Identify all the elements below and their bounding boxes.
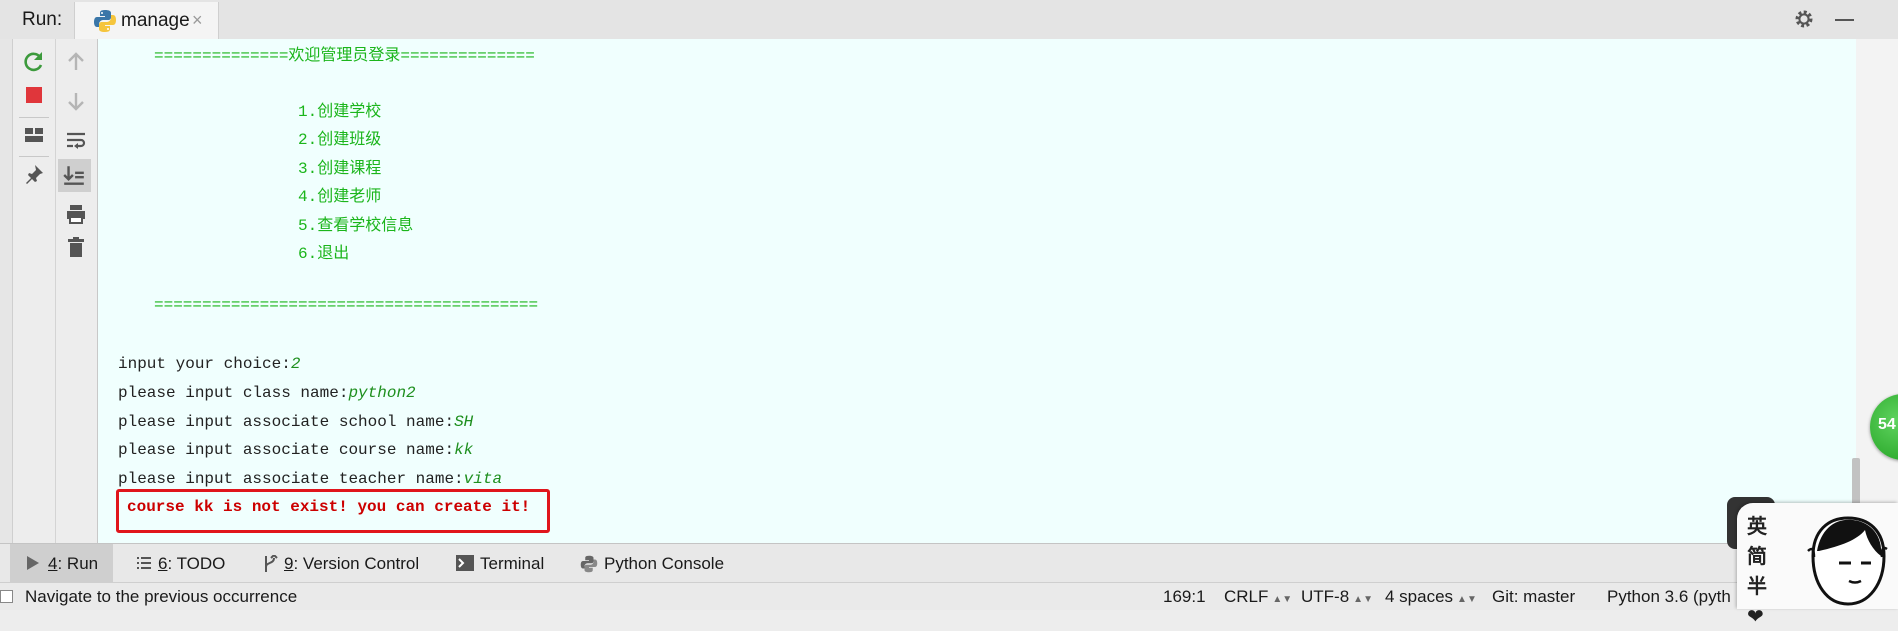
left-edge-strip <box>0 39 13 543</box>
line-separator-value: CRLF <box>1224 587 1269 606</box>
caret-position[interactable]: 169:1 <box>1163 587 1206 607</box>
prompt-line: please input associate school name:SH <box>118 413 473 431</box>
layout-icon <box>25 128 43 142</box>
mascot-face-icon <box>1807 516 1888 606</box>
mascot-char: 简 <box>1747 544 1767 568</box>
line-separator-selector[interactable]: CRLF ▲▼ <box>1224 587 1292 607</box>
interpreter-value: Python 3.6 (pyth <box>1607 587 1731 606</box>
layout-button[interactable] <box>19 120 49 150</box>
todo-list-icon <box>137 557 151 569</box>
prompt-line: please input class name:python2 <box>118 384 416 402</box>
stop-button[interactable] <box>19 80 49 110</box>
prompt-text: input your choice: <box>118 355 291 373</box>
status-message: Navigate to the previous occurrence <box>25 587 298 606</box>
prompt-line: please input associate course name:kk <box>118 441 473 459</box>
run-tab-manage[interactable]: manage × <box>74 2 219 39</box>
terminal-icon <box>456 555 474 571</box>
menu-item-4: 4.创建老师 <box>298 188 382 206</box>
rerun-button[interactable] <box>19 47 49 77</box>
run-label: Run: <box>22 9 63 30</box>
run-toolbar-secondary <box>56 39 98 543</box>
soft-wrap-icon <box>67 132 86 149</box>
pin-icon <box>26 165 43 184</box>
tab-python-console-label: Python Console <box>604 554 725 573</box>
minimize-icon[interactable] <box>1835 19 1854 21</box>
gear-icon[interactable] <box>1793 8 1815 30</box>
prompt-text: please input associate school name: <box>118 413 455 431</box>
mascot-char: 英 <box>1747 514 1767 538</box>
print-button[interactable] <box>61 199 91 229</box>
close-icon[interactable]: × <box>192 10 203 31</box>
tool-window-bar: 4: Run 6: TODO 9: Version Control Termin… <box>0 543 1898 582</box>
indent-value: 4 spaces <box>1385 587 1454 606</box>
encoding-selector[interactable]: UTF-8 ▲▼ <box>1301 587 1373 607</box>
prompt-line: input your choice:2 <box>118 355 300 373</box>
chevron-updown-icon: ▲▼ <box>1457 594 1477 605</box>
floating-badge-count: 54 <box>1878 416 1896 433</box>
chevron-updown-icon: ▲▼ <box>1353 594 1373 605</box>
tab-terminal-label: Terminal <box>480 554 545 573</box>
user-input: vita <box>463 470 503 488</box>
encoding-value: UTF-8 <box>1301 587 1350 606</box>
indent-selector[interactable]: 4 spaces ▲▼ <box>1385 587 1477 607</box>
tab-vcs-label: : Version Control <box>293 554 420 573</box>
clear-all-button[interactable] <box>61 232 91 262</box>
tab-python-console[interactable]: Python Console <box>578 544 738 582</box>
pin-button[interactable] <box>19 159 49 189</box>
stop-icon <box>26 87 42 103</box>
status-checkbox[interactable] <box>0 590 13 603</box>
console-scrollbar-track[interactable] <box>1856 39 1898 543</box>
chevron-updown-icon: ▲▼ <box>1272 594 1293 605</box>
tab-terminal[interactable]: Terminal <box>454 544 564 582</box>
menu-item-2: 2.创建班级 <box>298 131 382 149</box>
menu-item-6: 6.退出 <box>298 245 350 263</box>
tab-version-control[interactable]: 9: Version Control <box>260 544 430 582</box>
interpreter-selector[interactable]: Python 3.6 (pyth <box>1607 587 1731 607</box>
user-input: python2 <box>348 384 416 402</box>
git-branch-selector[interactable]: Git: master <box>1492 587 1575 607</box>
status-bar: Navigate to the previous occurrence 169:… <box>0 582 1898 610</box>
menu-item-3: 3.创建课程 <box>298 160 382 178</box>
prompt-text: please input class name: <box>118 384 349 402</box>
menu-item-1: 1.创建学校 <box>298 103 382 121</box>
run-icon <box>27 556 39 570</box>
console-output[interactable]: ==============欢迎管理员登录============== 1.创建… <box>98 39 1856 543</box>
down-arrow-icon <box>68 93 84 111</box>
run-panel-header: Run: manage × <box>0 0 1898 40</box>
menu-footer: ======================================== <box>154 296 539 314</box>
menu-item-5: 5.查看学校信息 <box>298 217 414 235</box>
user-input: 2 <box>290 355 301 373</box>
run-tab-label: manage <box>121 10 190 31</box>
prompt-line: please input associate teacher name:vita <box>118 470 502 488</box>
trash-icon <box>68 237 84 257</box>
mascot-text: 英 简 半 ❤ <box>1747 511 1775 631</box>
up-arrow-icon <box>68 52 84 70</box>
prompt-text: please input associate course name: <box>118 441 455 459</box>
scroll-to-end-button[interactable] <box>58 159 91 192</box>
tab-run-label: : Run <box>57 554 99 573</box>
error-highlight-box <box>116 489 550 533</box>
mascot-char: 半 <box>1747 574 1767 598</box>
run-toolbar-primary <box>13 39 56 543</box>
menu-header: ==============欢迎管理员登录============== <box>154 47 535 65</box>
previous-occurrence-button[interactable] <box>61 47 91 77</box>
mascot-widget[interactable]: 英 简 半 ❤ <box>1737 503 1898 628</box>
tab-todo-label: : TODO <box>167 554 226 573</box>
heart-icon: ❤ <box>1747 604 1764 628</box>
print-icon <box>67 205 85 224</box>
python-console-icon <box>580 555 598 573</box>
soft-wrap-button[interactable] <box>61 125 91 155</box>
scroll-to-end-icon <box>63 166 84 185</box>
tab-todo[interactable]: 6: TODO <box>132 544 242 582</box>
vcs-branch-icon <box>265 555 278 572</box>
prompt-text: please input associate teacher name: <box>118 470 464 488</box>
user-input: SH <box>454 413 474 431</box>
python-icon <box>94 10 116 32</box>
git-branch-value: Git: master <box>1492 587 1576 606</box>
tab-run[interactable]: 4: Run <box>10 544 113 582</box>
next-occurrence-button[interactable] <box>61 86 91 116</box>
rerun-icon <box>24 52 43 72</box>
user-input: kk <box>454 441 474 459</box>
